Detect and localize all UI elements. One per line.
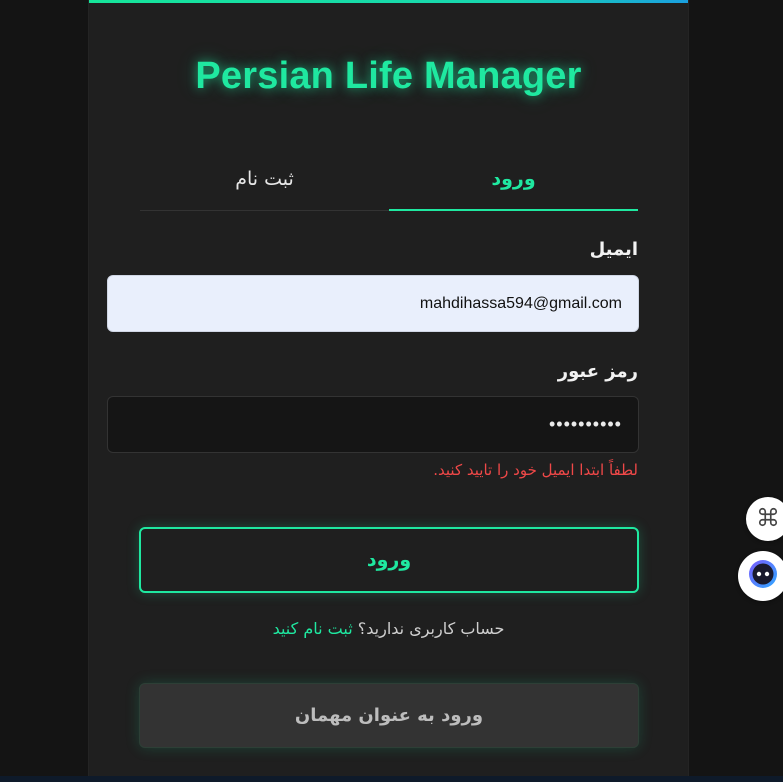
login-card: Persian Life Manager ورود ثبت نام ایمیل … [89,0,688,782]
email-value: mahdihassa594@gmail.com [419,294,622,312]
guest-login-button[interactable]: ورود به عنوان مهمان [139,683,639,748]
tab-signup[interactable]: ثبت نام [140,153,389,210]
tab-login[interactable]: ورود [389,153,638,211]
error-message: لطفاً ابتدا ایمیل خود را تایید کنید. [433,461,638,479]
bottom-strip [0,776,783,782]
app-title: Persian Life Manager [195,55,582,97]
login-button[interactable]: ورود [139,527,639,593]
email-field[interactable]: mahdihassa594@gmail.com [107,275,639,332]
auth-tabs: ورود ثبت نام [140,153,638,211]
command-icon [757,506,779,532]
assistant-button[interactable] [738,551,783,601]
signup-prompt-text: حساب کاربری ندارید؟ [357,619,505,638]
password-value: •••••••••• [548,414,622,434]
email-label: ایمیل [589,239,638,260]
command-button[interactable] [746,497,783,541]
signup-link[interactable]: ثبت نام کنید [273,619,353,638]
signup-prompt-line: حساب کاربری ندارید؟ ثبت نام کنید [89,619,688,638]
password-label: رمز عبور [557,361,638,382]
password-field[interactable]: •••••••••• [107,396,639,453]
assistant-icon [747,558,779,594]
